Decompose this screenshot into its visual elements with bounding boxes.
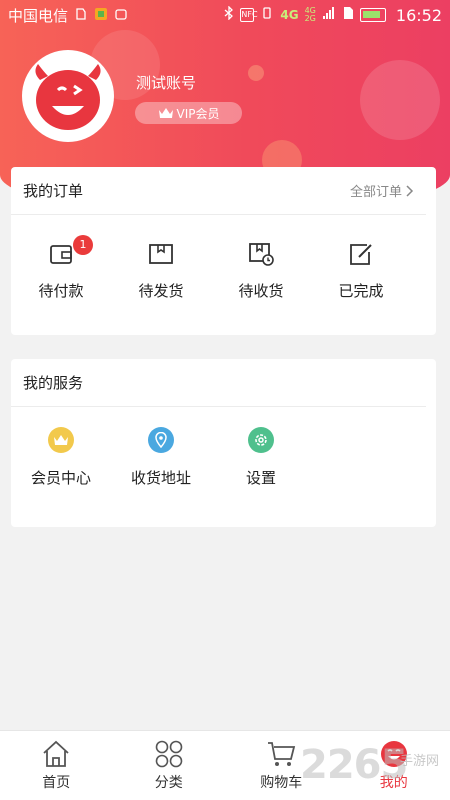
gear-icon bbox=[248, 427, 274, 453]
decor-bubble bbox=[248, 65, 264, 81]
app-icon bbox=[94, 7, 108, 24]
services-card: 我的服务 会员中心 收货地址 设置 bbox=[11, 359, 436, 527]
orders-grid: 1 待付款 待发货 待收货 已完成 bbox=[11, 215, 436, 325]
service-label: 会员中心 bbox=[30, 469, 91, 487]
all-orders-label: 全部订单 bbox=[349, 185, 402, 200]
box-icon bbox=[149, 243, 173, 264]
dual-network-label: 4G 2G bbox=[304, 6, 316, 23]
service-label: 收货地址 bbox=[130, 469, 191, 487]
bluetooth-icon bbox=[224, 5, 234, 24]
vip-label: VIP会员 bbox=[176, 106, 220, 121]
notification-icon bbox=[74, 7, 88, 24]
tab-label: 分类 bbox=[154, 774, 183, 791]
vip-badge[interactable]: VIP会员 bbox=[135, 102, 242, 124]
services-grid: 会员中心 收货地址 设置 bbox=[11, 407, 436, 525]
watermark-subtitle: 手游网 bbox=[400, 754, 440, 769]
carrier-label: 中国电信 bbox=[8, 6, 69, 25]
wallet-icon bbox=[50, 244, 72, 264]
android-icon bbox=[114, 7, 128, 24]
clock: 16:52 bbox=[395, 5, 442, 25]
order-pending-shipment[interactable]: 待发货 bbox=[111, 215, 211, 325]
order-label: 待付款 bbox=[38, 281, 84, 300]
services-title: 我的服务 bbox=[23, 374, 84, 392]
watermark: 2265 bbox=[300, 742, 408, 788]
location-icon bbox=[148, 427, 174, 453]
order-pending-payment[interactable]: 1 待付款 bbox=[11, 215, 111, 325]
orders-header: 我的订单 全部订单 bbox=[11, 167, 426, 215]
tab-category[interactable]: 分类 bbox=[113, 731, 226, 800]
signal-icon bbox=[322, 6, 336, 24]
orders-title: 我的订单 bbox=[23, 182, 84, 200]
service-member-center[interactable]: 会员中心 bbox=[11, 407, 111, 525]
delivery-icon bbox=[249, 242, 274, 266]
sim-icon bbox=[342, 6, 354, 24]
chevron-right-icon bbox=[406, 184, 414, 197]
order-label: 待发货 bbox=[138, 281, 184, 300]
orders-card: 我的订单 全部订单 1 待付款 待发货 待收货 已完成 bbox=[11, 167, 436, 335]
decor-bubble bbox=[360, 60, 440, 140]
home-icon bbox=[43, 740, 69, 767]
order-label: 已完成 bbox=[338, 281, 384, 300]
pending-payment-badge: 1 bbox=[73, 235, 93, 255]
crown-icon bbox=[48, 427, 74, 453]
cow-face-icon bbox=[35, 64, 101, 130]
order-completed[interactable]: 已完成 bbox=[311, 215, 411, 325]
battery-icon bbox=[359, 8, 386, 22]
avatar[interactable] bbox=[22, 50, 114, 142]
tab-label: 购物车 bbox=[260, 774, 303, 791]
vibrate-icon bbox=[260, 6, 274, 24]
service-settings[interactable]: 设置 bbox=[211, 407, 311, 525]
tab-home[interactable]: 首页 bbox=[0, 731, 113, 800]
tab-label: 首页 bbox=[42, 774, 71, 791]
all-orders-link[interactable]: 全部订单 bbox=[350, 181, 414, 200]
username: 测试账号 bbox=[136, 74, 197, 92]
order-pending-receipt[interactable]: 待收货 bbox=[211, 215, 311, 325]
network-label: 4G bbox=[280, 8, 299, 22]
nfc-icon: NFC bbox=[240, 8, 258, 22]
services-header: 我的服务 bbox=[11, 359, 426, 407]
grid-icon bbox=[155, 740, 183, 767]
service-label: 设置 bbox=[245, 469, 276, 487]
edit-icon bbox=[350, 243, 372, 265]
cart-icon bbox=[268, 741, 296, 766]
order-label: 待收货 bbox=[238, 281, 284, 300]
status-bar: 中国电信 NFC 4G 4G 2G 16:52 bbox=[0, 0, 450, 30]
crown-icon bbox=[158, 108, 173, 118]
service-address[interactable]: 收货地址 bbox=[111, 407, 211, 525]
